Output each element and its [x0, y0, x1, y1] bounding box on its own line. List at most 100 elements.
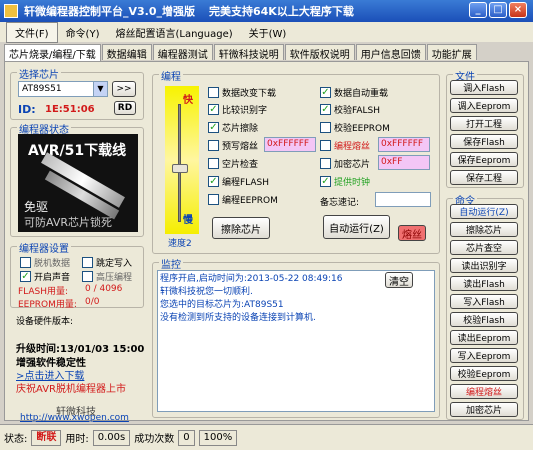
- tab-extend[interactable]: 功能扩展: [426, 44, 477, 61]
- tab-about-company[interactable]: 轩微科技说明: [213, 44, 284, 61]
- encrypt-field[interactable]: 0xFF: [378, 155, 430, 170]
- chip-dropdown[interactable]: AT89S51 ▼: [18, 81, 108, 97]
- checkbox-icon: [82, 257, 93, 268]
- checkbox-icon: [208, 158, 219, 169]
- cmd-verify-flash-button[interactable]: 校验Flash: [450, 312, 518, 327]
- auto-run-button[interactable]: 自动运行(Z): [323, 215, 390, 239]
- tab-test[interactable]: 编程器测试: [152, 44, 213, 61]
- chip-dropdown-value: AT89S51: [22, 84, 62, 94]
- opt-program-flash[interactable]: ✓ 编程FLASH: [208, 175, 269, 188]
- opt-preset-fuse[interactable]: 预写熔丝: [208, 139, 258, 152]
- opt-label: 编程熔丝: [334, 142, 371, 152]
- tab-data-edit[interactable]: 数据编辑: [101, 44, 152, 61]
- opt-compare-id[interactable]: ✓ 比较识别字: [208, 103, 267, 116]
- maximize-button[interactable]: □: [489, 2, 507, 18]
- open-project-button[interactable]: 打开工程: [450, 116, 518, 131]
- opt-label: 校验EEPROM: [334, 124, 390, 134]
- preset-fuse-field[interactable]: 0xFFFFFF: [264, 137, 316, 152]
- opt-verify-eeprom[interactable]: 校验EEPROM: [320, 121, 390, 134]
- opt-verify-flash[interactable]: ✓ 校验FALSH: [320, 103, 380, 116]
- opt-label: 比较识别字: [222, 106, 268, 116]
- speed-slider-handle[interactable]: [172, 164, 188, 173]
- cmd-program-fuse-button[interactable]: 编程熔丝: [450, 384, 518, 399]
- erase-chip-button[interactable]: 擦除芯片: [212, 217, 270, 239]
- offline-data-checkbox[interactable]: 脱机数据: [20, 256, 70, 269]
- auto-write-label: 跳定写入: [96, 259, 133, 269]
- cmd-blank-check-button[interactable]: 芯片查空: [450, 240, 518, 255]
- opt-label: 空片检查: [222, 160, 259, 170]
- checkbox-icon: [208, 194, 219, 205]
- log-line: 没有检测到所支持的设备连接到计算机.: [160, 313, 316, 323]
- cmd-verify-eeprom-button[interactable]: 校验Eeprom: [450, 366, 518, 381]
- log-line: 您选中的目标芯片为:AT89S51: [160, 300, 284, 310]
- opt-program-eeprom[interactable]: 编程EEPROM: [208, 193, 278, 206]
- speed-value: 速度2: [168, 239, 192, 249]
- monitor-title: 监控: [159, 256, 183, 271]
- cmd-read-eeprom-button[interactable]: 读出Eeprom: [450, 330, 518, 345]
- cmd-encrypt-button[interactable]: 加密芯片: [450, 402, 518, 417]
- next-chip-button[interactable]: >>: [112, 81, 136, 97]
- tab-copyright[interactable]: 软件版权说明: [284, 44, 355, 61]
- opt-label: 编程FLASH: [222, 178, 270, 188]
- minimize-button[interactable]: _: [469, 2, 487, 18]
- checkbox-icon: [320, 122, 331, 133]
- load-eeprom-button[interactable]: 调入Eeprom: [450, 98, 518, 113]
- monitor-log: 程序开启,启动时间为:2013-05-22 08:49:16 轩微科技祝您一切顺…: [157, 270, 435, 412]
- menu-command[interactable]: 命令(Y): [58, 23, 108, 42]
- window-title: 轩微编程器控制平台_V3.0_增强版: [24, 5, 195, 18]
- slow-label: 慢: [183, 215, 193, 226]
- menu-about[interactable]: 关于(W): [241, 23, 295, 42]
- opt-label: 预写熔丝: [222, 142, 259, 152]
- opt-program-fuse[interactable]: 编程熔丝: [320, 139, 370, 152]
- high-voltage-checkbox[interactable]: 高压编程: [82, 270, 132, 283]
- opt-auto-reload[interactable]: ✓ 数据自动重载: [320, 86, 388, 99]
- opt-label: 校验FALSH: [334, 106, 381, 116]
- auto-write-checkbox[interactable]: 跳定写入: [82, 256, 132, 269]
- clear-log-button[interactable]: 清空: [385, 272, 413, 288]
- opt-encrypt-chip[interactable]: 加密芯片: [320, 157, 370, 170]
- save-flash-button[interactable]: 保存Flash: [450, 134, 518, 149]
- sound-checkbox[interactable]: ✓ 开启声音: [20, 270, 70, 283]
- flash-usage-value: 0 / 4096: [85, 284, 123, 294]
- upgrade-time: 升级时间:13/01/03 15:00: [16, 344, 145, 355]
- hw-version-label: 设备硬件版本:: [16, 317, 74, 327]
- offline-data-label: 脱机数据: [34, 259, 71, 269]
- company-url[interactable]: http://www.xwopen.com: [20, 413, 129, 423]
- chip-select-title: 选择芯片: [17, 66, 61, 81]
- cmd-read-flash-button[interactable]: 读出Flash: [450, 276, 518, 291]
- opt-data-change-download[interactable]: 数据改变下载: [208, 86, 276, 99]
- tab-burn[interactable]: 芯片烧录/编程/下载: [4, 44, 101, 62]
- cmd-auto-run-button[interactable]: 自动运行(Z): [450, 204, 518, 219]
- chevron-down-icon[interactable]: ▼: [93, 82, 107, 96]
- cmd-read-id-button[interactable]: 读出识别字: [450, 258, 518, 273]
- save-project-button[interactable]: 保存工程: [450, 170, 518, 185]
- menu-language[interactable]: 熔丝配置语言(Language): [107, 23, 240, 42]
- opt-blank-check[interactable]: 空片检查: [208, 157, 258, 170]
- check-icon: ✓: [208, 104, 219, 115]
- checkbox-icon: [320, 140, 331, 151]
- fuse-button[interactable]: 熔丝: [398, 225, 426, 241]
- close-button[interactable]: ×: [509, 2, 527, 18]
- opt-label: 加密芯片: [334, 160, 371, 170]
- sound-label: 开启声音: [34, 273, 71, 283]
- check-icon: ✓: [20, 271, 31, 282]
- load-flash-button[interactable]: 调入Flash: [450, 80, 518, 95]
- memo-input[interactable]: [375, 192, 431, 207]
- tab-feedback[interactable]: 用户信息回馈: [355, 44, 426, 61]
- opt-label: 提供时钟: [334, 178, 371, 188]
- save-eeprom-button[interactable]: 保存Eeprom: [450, 152, 518, 167]
- read-id-button[interactable]: RD: [114, 101, 136, 115]
- fast-label: 快: [183, 95, 193, 106]
- cmd-erase-button[interactable]: 擦除芯片: [450, 222, 518, 237]
- cmd-write-eeprom-button[interactable]: 写入Eeprom: [450, 348, 518, 363]
- status-bar: 状态: 断联 用时: 0.00s 成功次数 0 100%: [0, 424, 533, 450]
- product-caption-2: 可防AVR芯片锁死: [24, 216, 112, 229]
- opt-chip-erase[interactable]: ✓ 芯片擦除: [208, 121, 258, 134]
- check-icon: ✓: [208, 122, 219, 133]
- menu-file[interactable]: 文件(F): [6, 21, 58, 43]
- opt-provide-clock[interactable]: ✓ 提供时钟: [320, 175, 370, 188]
- cmd-write-flash-button[interactable]: 写入Flash: [450, 294, 518, 309]
- status-value: 断联: [31, 429, 62, 446]
- eeprom-usage-value: 0/0: [85, 297, 100, 307]
- program-fuse-field[interactable]: 0xFFFFFF: [378, 137, 430, 152]
